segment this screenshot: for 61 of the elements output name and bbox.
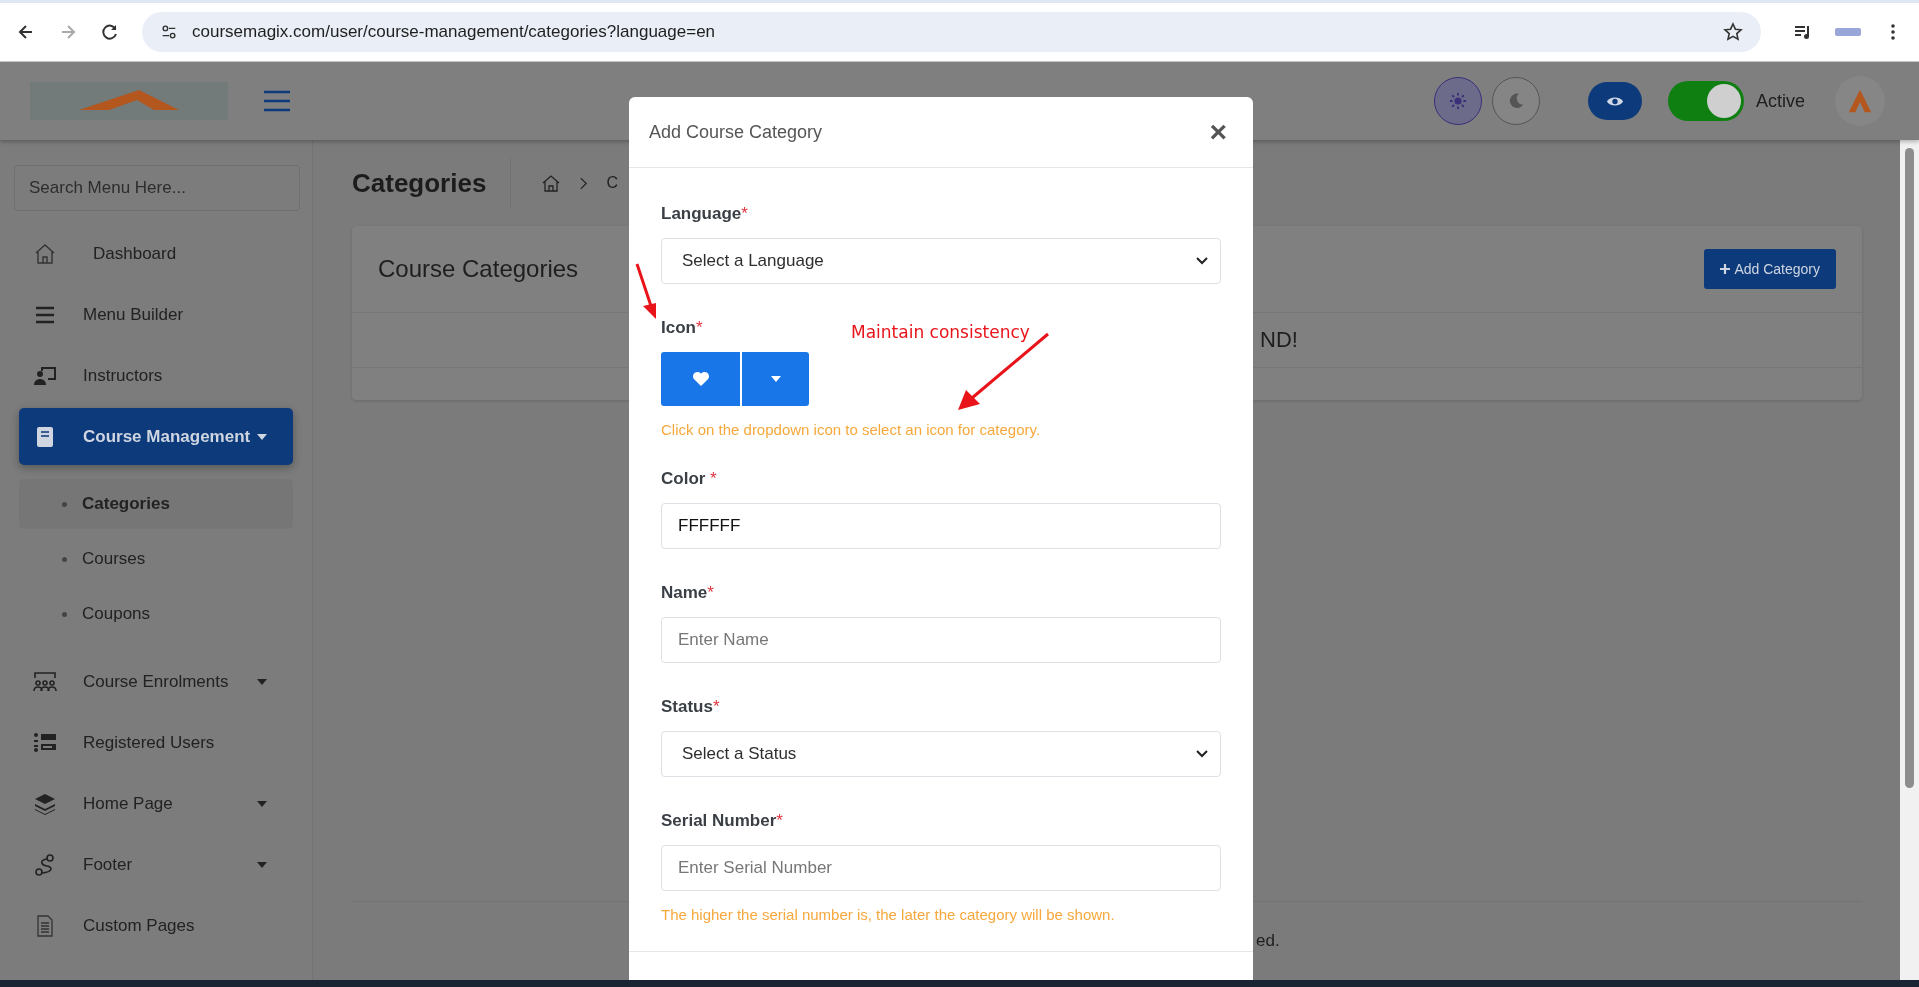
footer-text: ed.: [1256, 931, 1280, 951]
sidebar-item[interactable]: Custom Pages: [19, 897, 293, 954]
field-label: Name*: [661, 582, 714, 604]
sidebar-item[interactable]: Instructors: [19, 347, 293, 404]
url-text: coursemagix.com/user/course-management/categories?language=en: [192, 22, 717, 42]
route-icon: [33, 852, 57, 877]
sun-icon: [1448, 92, 1467, 110]
sidebar-item[interactable]: Dashboard: [19, 225, 293, 282]
field-label: Color *: [661, 468, 717, 490]
group-icon: [33, 669, 57, 694]
layers-icon: [33, 791, 57, 816]
page-title: Categories: [352, 167, 487, 199]
sidebar-item[interactable]: Menu Builder: [19, 286, 293, 343]
site-settings-icon[interactable]: [160, 23, 178, 41]
chevron-down-icon: [1196, 257, 1208, 265]
input-field[interactable]: Enter Serial Number: [661, 845, 1221, 891]
select-field[interactable]: Select a Status: [661, 731, 1221, 777]
field-label: Serial Number*: [661, 810, 783, 832]
chevron-down-icon: [1196, 750, 1208, 758]
reload-icon[interactable]: [100, 22, 120, 42]
add-category-button[interactable]: Add Category: [1704, 249, 1836, 289]
scrollbar[interactable]: [1900, 140, 1919, 980]
close-button[interactable]: ×: [1205, 117, 1231, 147]
sidebar-item[interactable]: Course Management: [19, 408, 293, 465]
address-bar[interactable]: coursemagix.com/user/course-management/categories?language=en: [142, 12, 1761, 52]
submenu-item[interactable]: Courses: [19, 534, 293, 584]
annotation-text: Maintain consistency: [851, 322, 1030, 342]
sidebar-item[interactable]: Footer: [19, 836, 293, 893]
card-title: Course Categories: [378, 255, 579, 283]
chevron-right-icon: [579, 176, 589, 190]
sidebar-item[interactable]: Registered Users: [19, 714, 293, 771]
help-text: Click on the dropdown icon to select an icon for category.: [661, 420, 1042, 440]
empty-message: ND!: [1260, 327, 1298, 353]
preview-button[interactable]: [1587, 82, 1642, 120]
status-toggle[interactable]: [1667, 81, 1744, 121]
sidebar-item[interactable]: Home Page: [19, 775, 293, 832]
breadcrumb-item[interactable]: C: [606, 174, 618, 192]
light-mode-button[interactable]: [1433, 77, 1482, 125]
selected-icon-button[interactable]: [661, 352, 740, 406]
menu-icon[interactable]: [264, 90, 290, 112]
field-label: Language*: [661, 203, 748, 225]
submenu-item[interactable]: Categories: [19, 479, 293, 529]
submenu-item[interactable]: Coupons: [19, 589, 293, 639]
status-label: Active: [1755, 90, 1805, 112]
bookmark-star-icon[interactable]: [1723, 22, 1743, 42]
input-field[interactable]: Enter Name: [661, 617, 1221, 663]
input-field[interactable]: FFFFFF: [661, 503, 1221, 549]
modal-title: Add Course Category: [649, 121, 823, 143]
help-text: The higher the serial number is, the later the category will be shown.: [661, 905, 1116, 925]
list-icon: [33, 730, 57, 755]
sidebar-item[interactable]: Course Enrolments: [19, 653, 293, 710]
field-label: Icon*: [661, 317, 703, 339]
dark-mode-button[interactable]: [1491, 77, 1540, 125]
caret-icon: [770, 376, 781, 382]
select-field[interactable]: Select a Language: [661, 238, 1221, 284]
heart-icon: [691, 371, 710, 387]
plus-icon: [1720, 264, 1731, 274]
field-label: Status*: [661, 696, 720, 718]
home-icon[interactable]: [541, 173, 562, 193]
menu-search-field[interactable]: Search Menu Here...: [14, 165, 300, 211]
eye-icon: [1605, 94, 1624, 108]
